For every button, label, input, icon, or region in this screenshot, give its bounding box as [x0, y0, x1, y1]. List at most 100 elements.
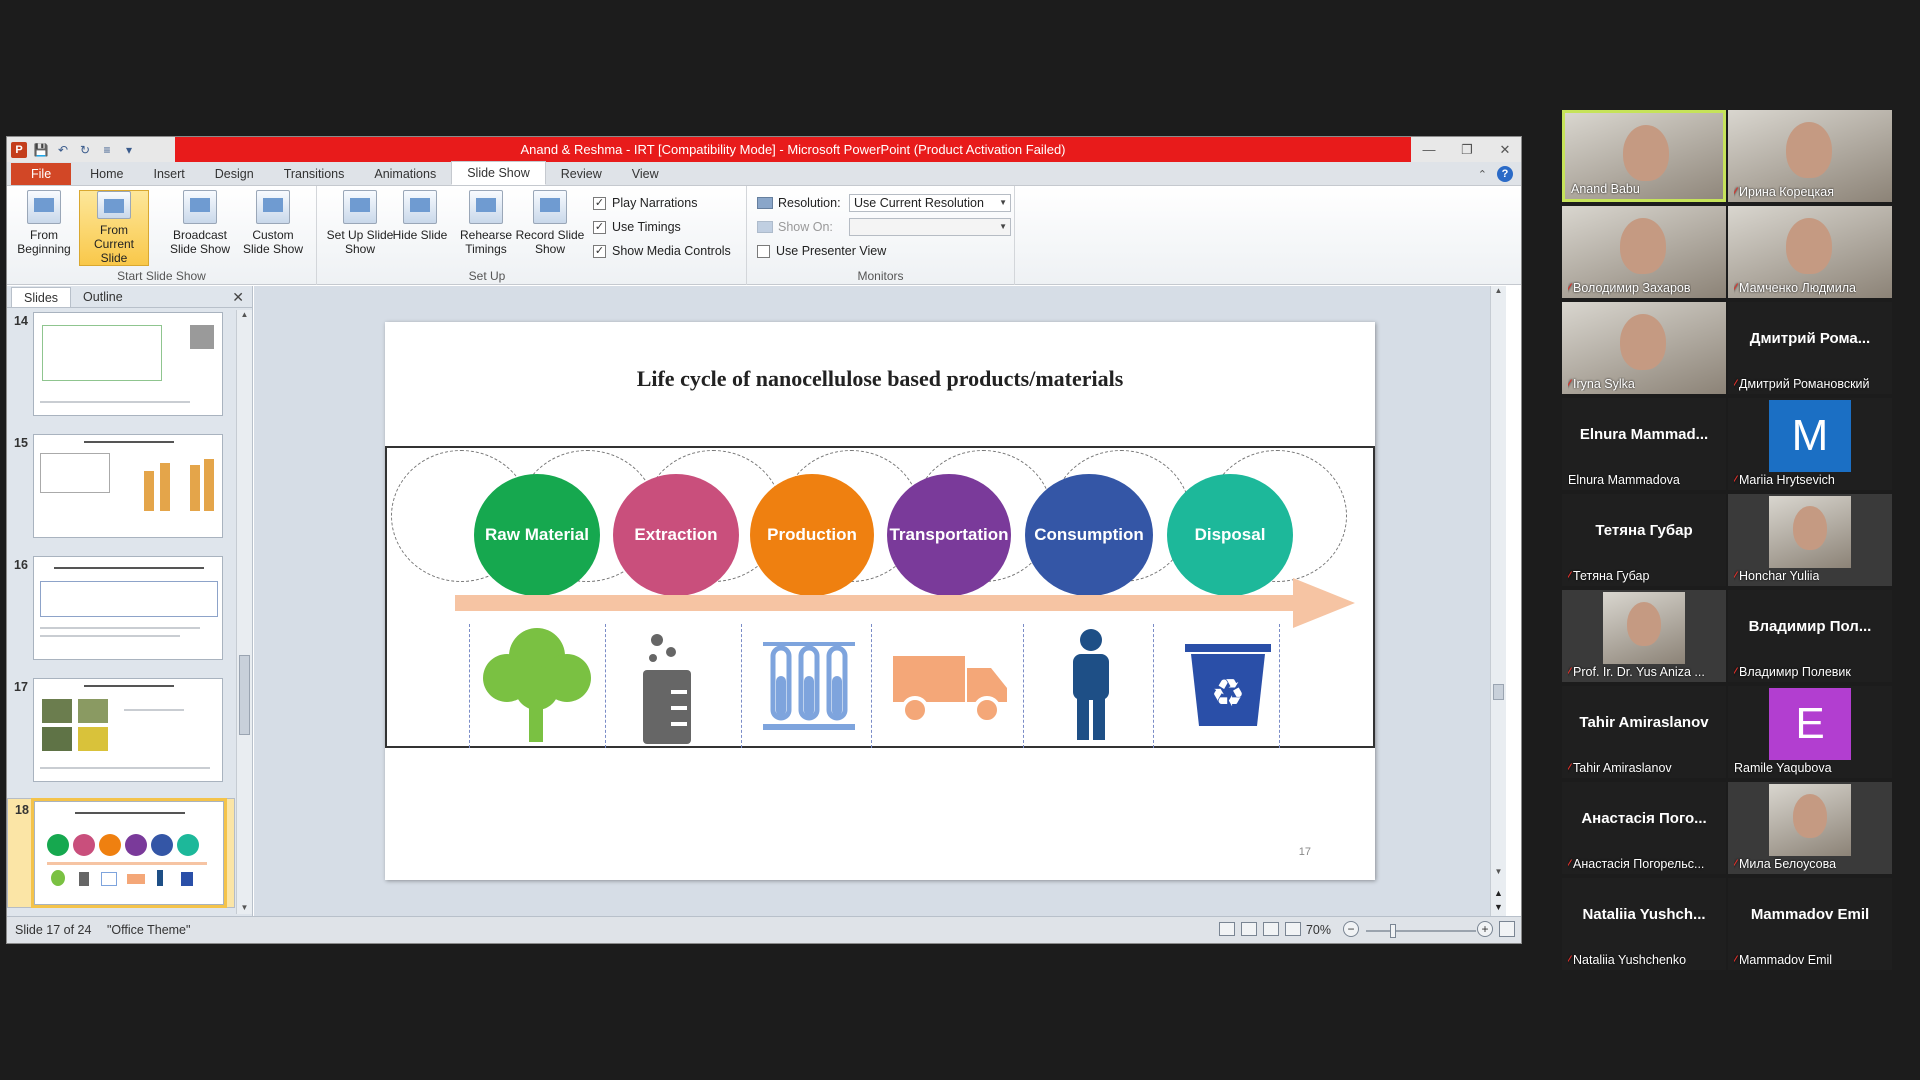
participant-tile[interactable]: ⁄ Володимир Захаров: [1562, 206, 1726, 298]
show-media-controls-checkbox[interactable]: ✓ Show Media Controls: [593, 244, 731, 258]
previous-slide-icon[interactable]: ▲: [1491, 888, 1506, 898]
participant-tile[interactable]: ⁄ Iryna Sylka: [1562, 302, 1726, 394]
participant-tile[interactable]: Тетяна Губар ⁄ Тетяна Губар: [1562, 494, 1726, 586]
next-slide-icon[interactable]: ▼: [1491, 902, 1506, 912]
resolution-select[interactable]: Use Current Resolution ▼: [849, 194, 1011, 212]
participant-tile[interactable]: Anand Babu: [1562, 110, 1726, 202]
tab-home[interactable]: Home: [75, 163, 138, 185]
use-timings-checkbox[interactable]: ✓ Use Timings: [593, 220, 681, 234]
thumbnail-scrollbar[interactable]: ▲ ▼: [236, 310, 252, 914]
participant-tile[interactable]: E Ramile Yaqubova: [1728, 686, 1892, 778]
participant-tile[interactable]: M ⁄ Mariia Hrytsevich: [1728, 398, 1892, 490]
checkbox-checked: ✓: [593, 244, 606, 258]
participant-display-name: Дмитрий Рома...: [1749, 330, 1871, 347]
tab-review[interactable]: Review: [546, 163, 617, 185]
tab-file[interactable]: File: [11, 163, 72, 185]
thumbnail-15[interactable]: 15: [7, 432, 235, 542]
powerpoint-icon[interactable]: P: [11, 141, 27, 158]
divider: [605, 624, 606, 748]
scrollbar-thumb[interactable]: [1493, 684, 1504, 700]
current-slide[interactable]: Life cycle of nanocellulose based produc…: [385, 322, 1375, 880]
close-icon[interactable]: ✕: [1495, 142, 1515, 158]
participant-tile[interactable]: ⁄ Prof. Ir. Dr. Yus Aniza ...: [1562, 590, 1726, 682]
tab-slide-show[interactable]: Slide Show: [451, 161, 546, 185]
slide-show-icon[interactable]: [1285, 922, 1301, 936]
zoom-in-icon[interactable]: +: [1477, 921, 1493, 937]
collapse-ribbon-icon[interactable]: ⌃: [1478, 168, 1487, 181]
scroll-up-icon[interactable]: ▲: [1491, 286, 1506, 295]
tab-view[interactable]: View: [617, 163, 674, 185]
close-icon[interactable]: ✕: [232, 289, 244, 306]
presenter-view-checkbox[interactable]: Use Presenter View: [757, 244, 886, 258]
broadcast-slide-show-button[interactable]: Broadcast Slide Show: [165, 190, 235, 266]
thumbnail-image: [33, 434, 223, 538]
zoom-slider-handle[interactable]: [1390, 924, 1396, 938]
fit-to-window-icon[interactable]: [1499, 921, 1515, 937]
scrollbar-thumb[interactable]: [239, 655, 250, 735]
participant-tile[interactable]: Tahir Amiraslanov ⁄ Tahir Amiraslanov: [1562, 686, 1726, 778]
slide-sorter-icon[interactable]: [1241, 922, 1257, 936]
minimize-icon[interactable]: —: [1419, 142, 1439, 157]
participant-tile[interactable]: ⁄ Мила Белоусова: [1728, 782, 1892, 874]
participant-tile[interactable]: Nataliia Yushch... ⁄ Nataliia Yushchenko: [1562, 878, 1726, 970]
tree-icon: [483, 628, 591, 742]
slide-title[interactable]: Life cycle of nanocellulose based produc…: [385, 366, 1375, 392]
monitor-icon: [757, 197, 773, 209]
scroll-up-icon[interactable]: ▲: [237, 310, 252, 319]
tab-slides[interactable]: Slides: [11, 287, 72, 307]
scroll-down-icon[interactable]: ▼: [1491, 867, 1506, 876]
restore-icon[interactable]: ❐: [1457, 142, 1477, 158]
participant-display-name: Тетяна Губар: [1595, 522, 1693, 539]
resolution-label: Resolution:: [757, 196, 841, 210]
from-current-slide-button[interactable]: From Current Slide: [79, 190, 149, 266]
muted-mic-icon: ⁄: [1568, 569, 1571, 583]
participant-name-label: Ирина Корецкая: [1739, 185, 1835, 199]
show-on-select[interactable]: ▼: [849, 218, 1011, 236]
zoom-out-icon[interactable]: −: [1343, 921, 1359, 937]
participant-tile[interactable]: Elnura Mammad... Elnura Mammadova: [1562, 398, 1726, 490]
thumbnail-16[interactable]: 16: [7, 554, 235, 664]
record-slide-show-button[interactable]: Record Slide Show: [515, 190, 585, 266]
zoom-slider[interactable]: [1366, 930, 1476, 932]
reading-view-icon[interactable]: [1263, 922, 1279, 936]
participant-tile[interactable]: Владимир Пол... ⁄ Владимир Полевик: [1728, 590, 1892, 682]
muted-mic-icon: ⁄: [1734, 569, 1737, 583]
participant-tile[interactable]: Дмитрий Рома... ⁄ Дмитрий Романовский: [1728, 302, 1892, 394]
save-icon[interactable]: 💾: [33, 142, 49, 158]
slide-scrollbar[interactable]: ▲ ▼ ▲ ▼: [1490, 286, 1506, 916]
hide-slide-button[interactable]: Hide Slide: [385, 190, 455, 266]
help-icon[interactable]: ?: [1497, 166, 1513, 182]
participant-name: Ramile Yaqubova: [1734, 761, 1832, 775]
tab-insert[interactable]: Insert: [139, 163, 200, 185]
zoom-level[interactable]: 70%: [1306, 923, 1331, 937]
from-beginning-button[interactable]: From Beginning: [9, 190, 79, 266]
customize-toolbar-icon[interactable]: ▾: [121, 142, 137, 158]
custom-slide-show-button[interactable]: Custom Slide Show: [238, 190, 308, 266]
participant-tile[interactable]: ⁄ Мамченко Людмила: [1728, 206, 1892, 298]
participant-video: [1769, 496, 1851, 568]
tab-transitions[interactable]: Transitions: [269, 163, 360, 185]
ribbon: From Beginning From Current Slide Broadc…: [7, 186, 1521, 285]
thumbnail-17[interactable]: 17: [7, 676, 235, 786]
thumbnail-14[interactable]: 14: [7, 310, 235, 420]
face-silhouette: [1620, 218, 1666, 274]
redo-icon[interactable]: ↻: [77, 142, 93, 158]
normal-view-icon[interactable]: [1219, 922, 1235, 936]
rehearse-timings-button[interactable]: Rehearse Timings: [451, 190, 521, 266]
tab-design[interactable]: Design: [200, 163, 269, 185]
participant-tile[interactable]: Анастасія Пого... ⁄ Анастасія Погорельс...: [1562, 782, 1726, 874]
play-narrations-checkbox[interactable]: ✓ Play Narrations: [593, 196, 697, 210]
scroll-down-icon[interactable]: ▼: [237, 903, 252, 912]
undo-icon[interactable]: ↶: [55, 142, 71, 158]
thumbnail-18[interactable]: 18: [7, 798, 235, 908]
tab-animations[interactable]: Animations: [359, 163, 451, 185]
window-controls: — ❐ ✕: [1419, 137, 1515, 162]
participant-tile[interactable]: ⁄ Ирина Корецкая: [1728, 110, 1892, 202]
participant-name-label: Elnura Mammadova: [1568, 473, 1680, 487]
participant-tile[interactable]: Mammadov Emil ⁄ Mammadov Emil: [1728, 878, 1892, 970]
participant-name: ⁄ Nataliia Yushchenko: [1568, 953, 1686, 967]
quick-access-toolbar: P 💾 ↶ ↻ ≡ ▾: [7, 137, 175, 162]
tab-outline[interactable]: Outline: [71, 287, 135, 307]
participant-tile[interactable]: ⁄ Honchar Yuliia: [1728, 494, 1892, 586]
bullets-icon[interactable]: ≡: [99, 142, 115, 158]
